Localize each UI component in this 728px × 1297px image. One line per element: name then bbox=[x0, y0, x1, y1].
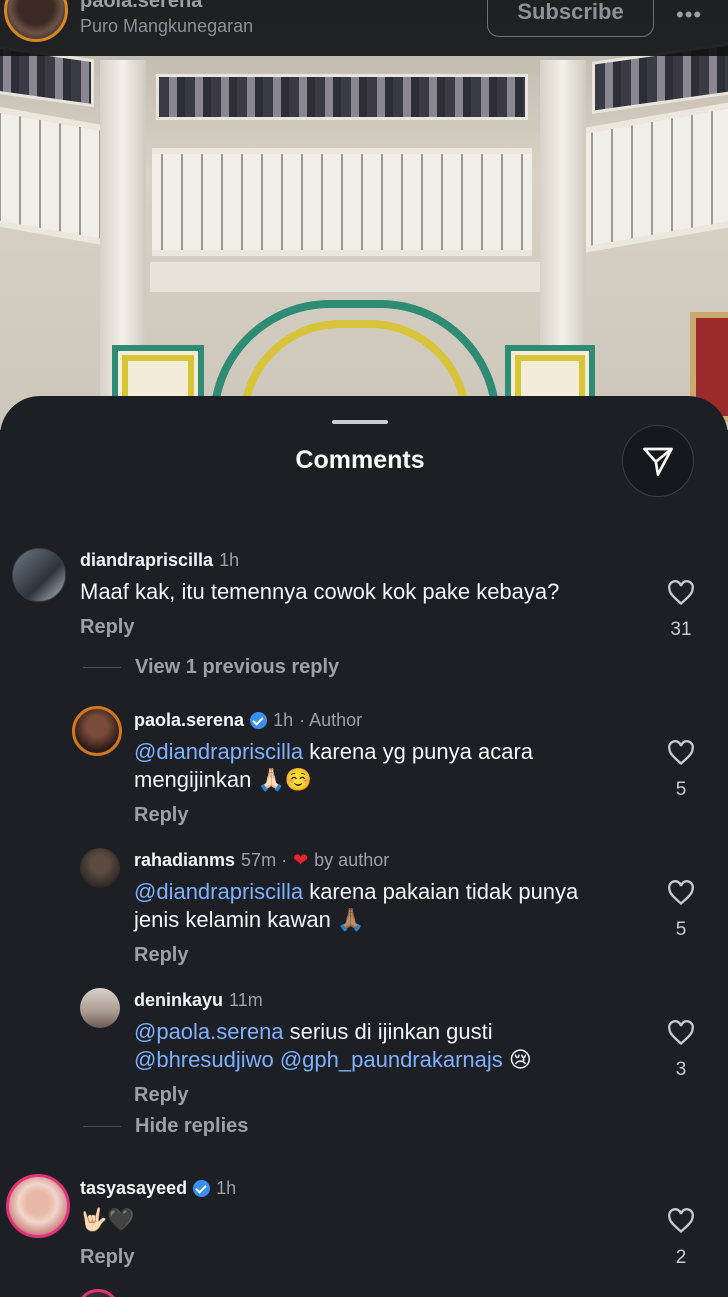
heart-icon[interactable] bbox=[667, 1020, 695, 1046]
avatar[interactable] bbox=[80, 848, 120, 888]
thread-line bbox=[83, 667, 121, 668]
reply-text-part: karena yg punya acara bbox=[303, 739, 534, 764]
reply-button[interactable]: Reply bbox=[80, 616, 134, 639]
reply-text-part: karena pakaian tidak punya bbox=[303, 879, 579, 904]
balustrade-left bbox=[0, 105, 102, 245]
comment-username[interactable]: tasyasayeed bbox=[80, 1178, 187, 1199]
balustrade-right bbox=[582, 101, 728, 254]
comment-username[interactable]: diandrapriscilla bbox=[80, 550, 213, 571]
like-count: 2 bbox=[675, 1247, 687, 1268]
like-group: 5 bbox=[661, 740, 701, 801]
emoji: 🙏🏽 bbox=[337, 907, 365, 932]
view-previous-replies-button[interactable]: View 1 previous reply bbox=[135, 656, 339, 679]
reply-button[interactable]: Reply bbox=[134, 944, 188, 967]
like-count: 31 bbox=[670, 619, 692, 640]
sheet-grabber[interactable] bbox=[332, 420, 388, 424]
reply-header: rahadianms 57m · ❤ by author bbox=[134, 850, 389, 871]
reply-text: @diandrapriscilla karena pakaian tidak p… bbox=[134, 878, 634, 934]
reply-text: @diandrapriscilla karena yg punya acara … bbox=[134, 738, 634, 794]
heart-icon[interactable] bbox=[667, 880, 695, 906]
comment-time: 1h bbox=[219, 550, 240, 570]
liked-by-author-heart-icon: ❤ bbox=[293, 850, 309, 870]
reply-time: 1h bbox=[273, 710, 294, 730]
like-count: 5 bbox=[675, 919, 687, 940]
like-group: 2 bbox=[661, 1208, 701, 1269]
reply-username[interactable]: rahadianms bbox=[134, 850, 235, 871]
comment-time: 1h bbox=[216, 1178, 237, 1198]
mention-link[interactable]: @paola.serena bbox=[134, 1019, 284, 1044]
emoji: 🤟🏻🖤 bbox=[80, 1207, 135, 1232]
like-count: 5 bbox=[675, 779, 687, 800]
mention-link[interactable]: @diandrapriscilla bbox=[134, 879, 303, 904]
avatar[interactable] bbox=[12, 548, 66, 602]
reply-time: 57m · bbox=[241, 850, 288, 870]
author-avatar[interactable] bbox=[4, 0, 68, 42]
send-icon bbox=[643, 447, 673, 476]
wall-band bbox=[150, 262, 540, 292]
avatar[interactable] bbox=[72, 706, 122, 756]
more-options-icon[interactable]: ••• bbox=[676, 2, 702, 28]
subscribe-button[interactable]: Subscribe bbox=[487, 0, 654, 37]
reply-username[interactable]: paola.serena bbox=[134, 710, 244, 731]
reply-text-part: serius di ijinkan gusti bbox=[283, 1019, 493, 1044]
post-header: paola.serena Puro Mangkunegaran Subscrib… bbox=[0, 0, 728, 56]
sheet-title: Comments bbox=[295, 446, 425, 474]
share-button[interactable] bbox=[622, 425, 694, 497]
reply-button[interactable]: Reply bbox=[134, 804, 188, 827]
like-group: 3 bbox=[661, 1020, 701, 1081]
mention-link[interactable]: @diandrapriscilla bbox=[134, 739, 303, 764]
reply-header: paola.serena 1h · Author bbox=[134, 710, 362, 731]
reply-header: deninkayu 11m bbox=[134, 990, 263, 1011]
comments-sheet: Comments bbox=[0, 396, 728, 1297]
post-location[interactable]: Puro Mangkunegaran bbox=[80, 16, 253, 37]
comment-header: tasyasayeed 1h bbox=[80, 1178, 236, 1199]
emoji: 🙏🏻☺️ bbox=[257, 767, 313, 792]
carved-ornament-center bbox=[156, 74, 528, 120]
thread-line bbox=[83, 1126, 121, 1127]
post-photo bbox=[0, 0, 728, 430]
reply-username[interactable]: deninkayu bbox=[134, 990, 223, 1011]
reply-text: @paola.serena serius di ijinkan gusti @b… bbox=[134, 1018, 654, 1074]
heart-icon[interactable] bbox=[667, 1208, 695, 1234]
balustrade-center bbox=[152, 148, 532, 256]
avatar[interactable] bbox=[80, 988, 120, 1028]
emoji: 😢 bbox=[508, 1047, 532, 1072]
author-username[interactable]: paola.serena bbox=[80, 0, 202, 13]
mention-link[interactable]: @bhresudjiwo @gph_paundrakarnajs bbox=[134, 1047, 503, 1072]
heart-icon[interactable] bbox=[667, 740, 695, 766]
hide-replies-button[interactable]: Hide replies bbox=[135, 1115, 248, 1138]
verified-badge-icon bbox=[193, 1180, 211, 1197]
comment-header: diandrapriscilla 1h bbox=[80, 550, 239, 571]
avatar[interactable] bbox=[6, 1174, 70, 1238]
reply-text-part: mengijinkan bbox=[134, 767, 252, 792]
like-group: 31 bbox=[661, 580, 701, 641]
like-group: 5 bbox=[661, 880, 701, 941]
reply-time: 11m bbox=[229, 990, 263, 1010]
reply-text-part: jenis kelamin kawan bbox=[134, 907, 331, 932]
reply-button[interactable]: Reply bbox=[80, 1246, 134, 1269]
author-label: · Author bbox=[299, 710, 363, 730]
comment-text: 🤟🏻🖤 bbox=[80, 1206, 135, 1234]
comment-text: Maaf kak, itu temennya cowok kok pake ke… bbox=[80, 579, 560, 604]
verified-badge-icon bbox=[250, 712, 268, 729]
like-count: 3 bbox=[675, 1059, 687, 1080]
heart-icon[interactable] bbox=[667, 580, 695, 606]
by-author-label: by author bbox=[314, 850, 390, 870]
reply-button[interactable]: Reply bbox=[134, 1084, 188, 1107]
